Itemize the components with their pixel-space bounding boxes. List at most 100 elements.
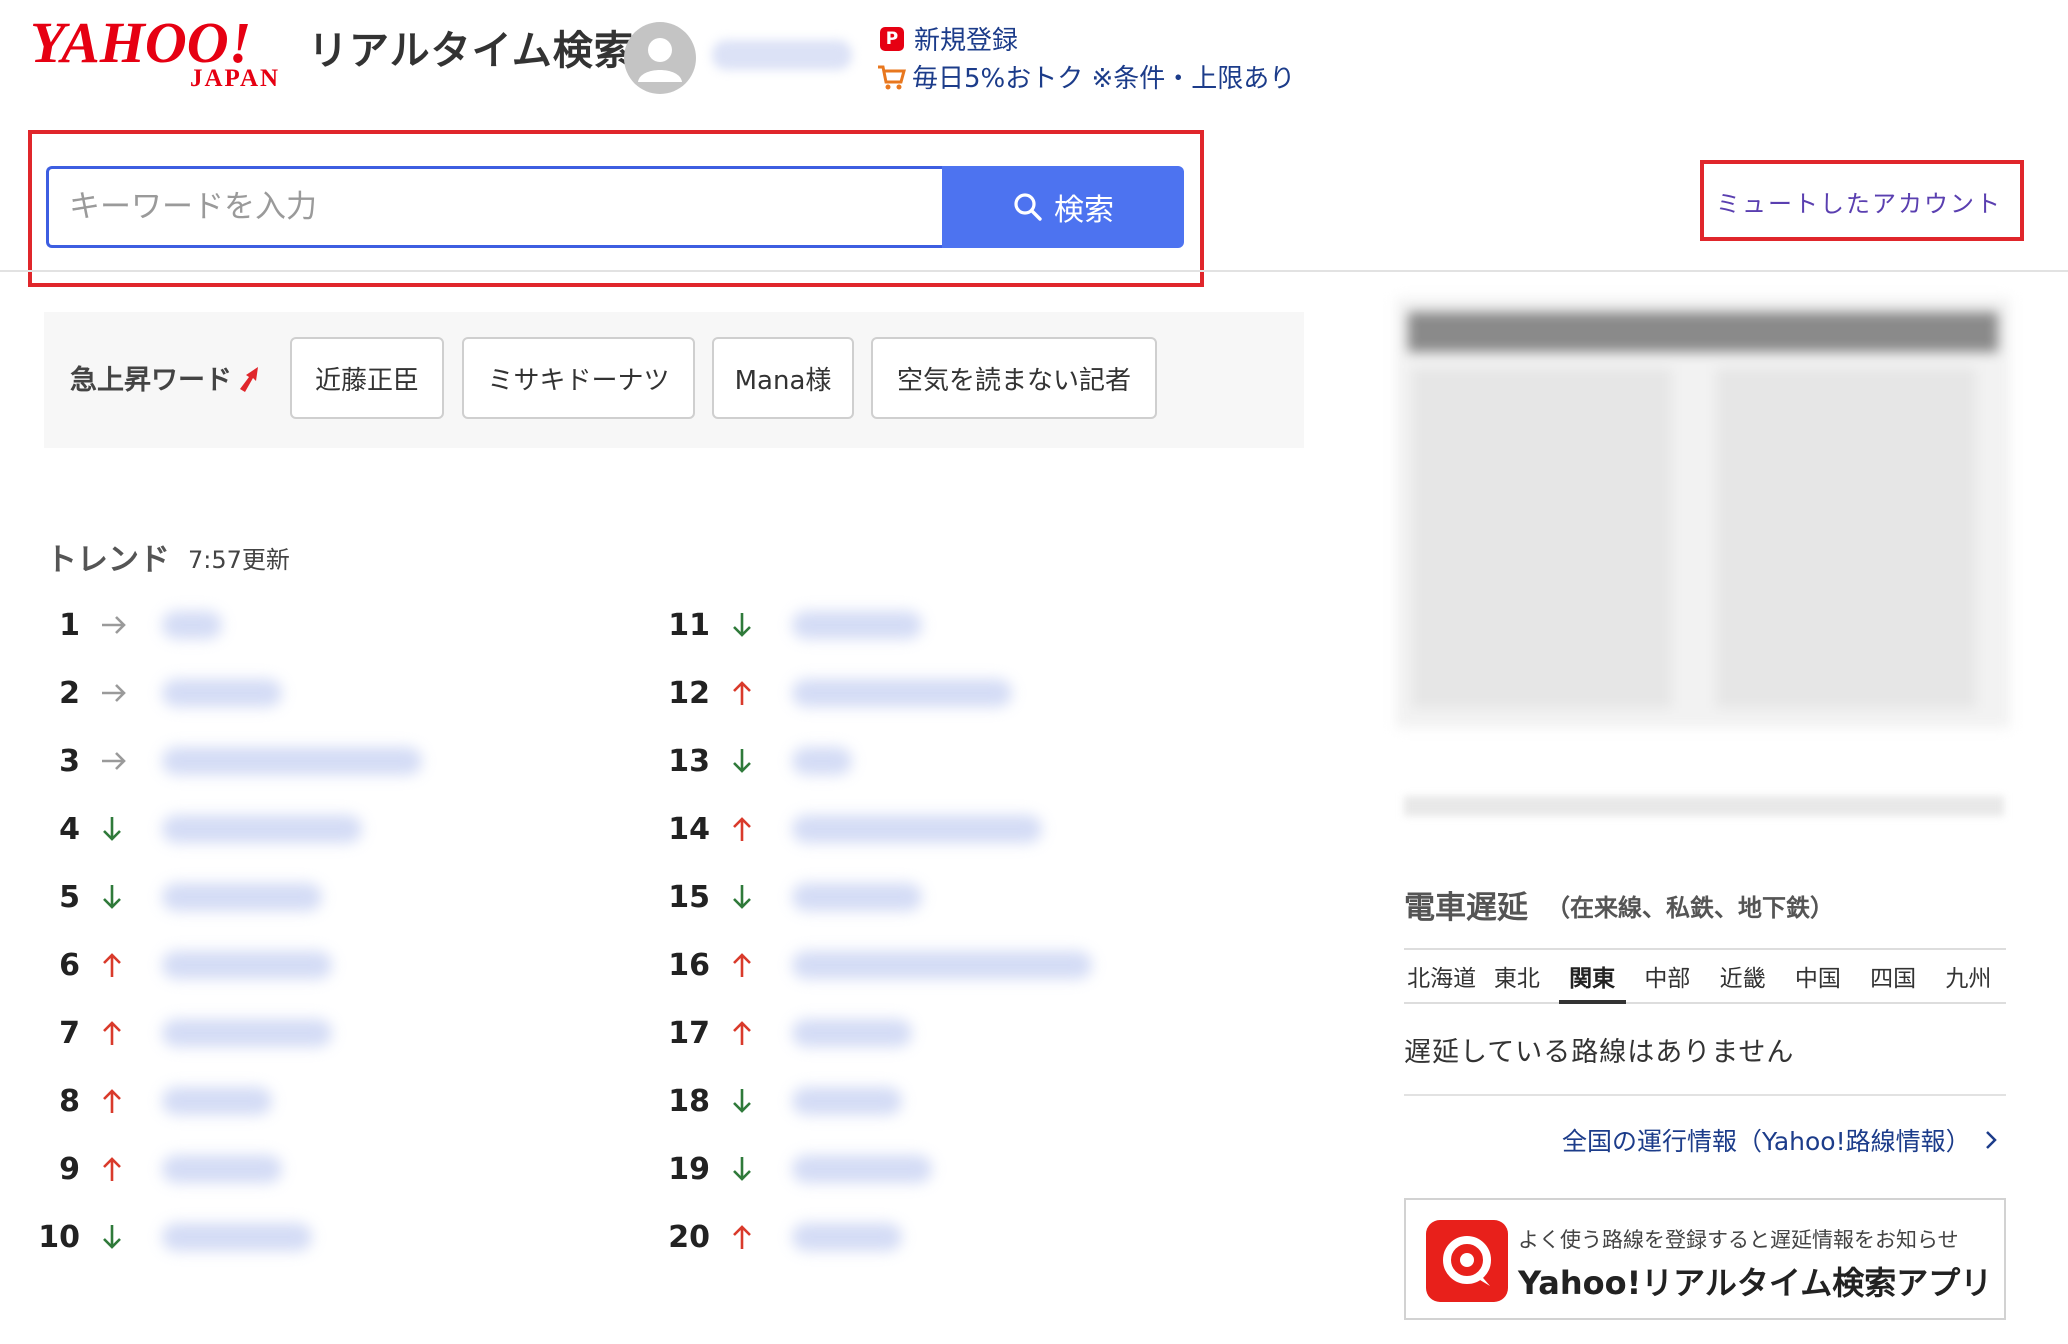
trend-row[interactable]: 7 bbox=[36, 1008, 332, 1058]
region-tab-hokkaido[interactable]: 北海道 bbox=[1404, 950, 1479, 1002]
train-status-text: 遅延している路線はありません bbox=[1404, 1037, 1795, 1068]
trend-rank: 15 bbox=[668, 879, 710, 915]
trend-keyword-blurred[interactable] bbox=[792, 951, 1092, 979]
trend-row[interactable]: 4 bbox=[36, 804, 362, 854]
trend-rank: 17 bbox=[668, 1015, 710, 1051]
rising-chip[interactable]: Mana様 bbox=[712, 337, 854, 419]
rising-chip[interactable]: ミサキドーナツ bbox=[462, 337, 695, 419]
trend-row[interactable]: 10 bbox=[36, 1212, 312, 1262]
trend-rank: 5 bbox=[59, 879, 80, 915]
trend-keyword-blurred[interactable] bbox=[792, 611, 922, 639]
trend-keyword-blurred[interactable] bbox=[792, 1155, 932, 1183]
region-tab-chugoku[interactable]: 中国 bbox=[1780, 950, 1855, 1002]
trend-keyword-blurred[interactable] bbox=[792, 815, 1042, 843]
search-icon bbox=[1014, 193, 1042, 221]
trend-keyword-blurred[interactable] bbox=[792, 1223, 902, 1251]
trend-keyword-blurred[interactable] bbox=[162, 1087, 272, 1115]
arrow-down-icon bbox=[100, 1223, 140, 1251]
register-link[interactable]: P 新規登録 bbox=[880, 20, 1018, 57]
header-divider bbox=[0, 270, 2068, 272]
trend-rank: 11 bbox=[668, 607, 710, 643]
trend-keyword-blurred[interactable] bbox=[162, 1223, 312, 1251]
trend-keyword-blurred[interactable] bbox=[792, 1087, 902, 1115]
trend-keyword-blurred[interactable] bbox=[792, 1019, 912, 1047]
trend-rank: 3 bbox=[59, 743, 80, 779]
arrow-up-icon bbox=[730, 1019, 770, 1047]
trend-row[interactable]: 2 bbox=[36, 668, 282, 718]
trend-keyword-blurred[interactable] bbox=[792, 679, 1012, 707]
trend-row[interactable]: 16 bbox=[666, 940, 1092, 990]
cart-icon bbox=[878, 65, 906, 89]
trend-row[interactable]: 17 bbox=[666, 1008, 912, 1058]
trend-row[interactable]: 1 bbox=[36, 600, 222, 650]
nationwide-train-info-link[interactable]: 全国の運行情報（Yahoo!路線情報） bbox=[1562, 1122, 1997, 1158]
chevron-right-icon bbox=[1985, 1131, 1997, 1149]
region-tab-tohoku[interactable]: 東北 bbox=[1479, 950, 1554, 1002]
trend-heading: トレンド bbox=[46, 542, 170, 578]
muted-accounts-link[interactable]: ミュートしたアカウント bbox=[1716, 184, 2002, 219]
search-input[interactable] bbox=[46, 166, 944, 248]
trend-keyword-blurred[interactable] bbox=[162, 1019, 332, 1047]
yahoo-japan-logo[interactable]: YAHOO! JAPAN bbox=[30, 16, 310, 92]
trend-rank: 4 bbox=[59, 811, 80, 847]
region-tab-kanto[interactable]: 関東 bbox=[1555, 950, 1630, 1004]
rising-chip[interactable]: 空気を読まない記者 bbox=[871, 337, 1157, 419]
trend-row[interactable]: 12 bbox=[666, 668, 1012, 718]
trend-row[interactable]: 8 bbox=[36, 1076, 272, 1126]
rising-chip[interactable]: 近藤正臣 bbox=[290, 337, 444, 419]
arrow-down-icon bbox=[100, 883, 140, 911]
train-delay-subtitle: （在来線、私鉄、地下鉄） bbox=[1546, 894, 1834, 922]
ad-banner-blurred[interactable] bbox=[1396, 298, 2010, 728]
region-tab-kyushu[interactable]: 九州 bbox=[1931, 950, 2006, 1002]
train-link-label: 全国の運行情報（Yahoo!路線情報） bbox=[1562, 1127, 1971, 1156]
app-icon bbox=[1426, 1220, 1508, 1302]
search-button[interactable]: 検索 bbox=[942, 166, 1184, 248]
region-tabs: 北海道 東北 関東 中部 近畿 中国 四国 九州 bbox=[1404, 948, 2006, 1004]
offer-link[interactable]: 毎日5%おトク ※条件・上限あり bbox=[876, 58, 1295, 95]
trend-keyword-blurred[interactable] bbox=[162, 747, 422, 775]
user-name-blurred[interactable] bbox=[712, 40, 852, 70]
trend-keyword-blurred[interactable] bbox=[162, 883, 322, 911]
trend-row[interactable]: 5 bbox=[36, 872, 322, 922]
trend-row[interactable]: 3 bbox=[36, 736, 422, 786]
arrow-up-icon bbox=[100, 1155, 140, 1183]
trend-keyword-blurred[interactable] bbox=[162, 1155, 282, 1183]
train-divider bbox=[1404, 1094, 2006, 1096]
trend-row[interactable]: 13 bbox=[666, 736, 852, 786]
trend-keyword-blurred[interactable] bbox=[162, 679, 282, 707]
trend-row[interactable]: 11 bbox=[666, 600, 922, 650]
trend-row[interactable]: 14 bbox=[666, 804, 1042, 854]
trend-rank: 8 bbox=[59, 1083, 80, 1119]
trend-row[interactable]: 15 bbox=[666, 872, 922, 922]
arrow-up-icon bbox=[730, 679, 770, 707]
rising-words-label: 急上昇ワード bbox=[70, 365, 232, 396]
arrow-up-icon bbox=[100, 1019, 140, 1047]
trend-row[interactable]: 6 bbox=[36, 940, 332, 990]
user-avatar[interactable] bbox=[624, 22, 696, 94]
trend-keyword-blurred[interactable] bbox=[792, 883, 922, 911]
arrow-down-icon bbox=[730, 1155, 770, 1183]
trend-rank: 10 bbox=[38, 1219, 80, 1255]
trend-keyword-blurred[interactable] bbox=[162, 815, 362, 843]
region-tab-chubu[interactable]: 中部 bbox=[1630, 950, 1705, 1002]
trend-rank: 9 bbox=[59, 1151, 80, 1187]
trend-row[interactable]: 20 bbox=[666, 1212, 902, 1262]
app-banner-name: Yahoo!リアルタイム検索アプリ bbox=[1518, 1264, 1993, 1302]
search-button-label: 検索 bbox=[1054, 193, 1114, 228]
trend-rank: 1 bbox=[59, 607, 80, 643]
trend-keyword-blurred[interactable] bbox=[162, 951, 332, 979]
arrow-up-icon bbox=[730, 1223, 770, 1251]
region-tab-shikoku[interactable]: 四国 bbox=[1856, 950, 1931, 1002]
app-promo-banner[interactable]: よく使う路線を登録すると遅延情報をお知らせ Yahoo!リアルタイム検索アプリ bbox=[1404, 1198, 2006, 1320]
trend-row[interactable]: 19 bbox=[666, 1144, 932, 1194]
service-title: リアルタイム検索 bbox=[308, 28, 635, 74]
trend-row[interactable]: 9 bbox=[36, 1144, 282, 1194]
trend-rank: 7 bbox=[59, 1015, 80, 1051]
train-delay-title: 電車遅延 bbox=[1404, 890, 1528, 926]
trend-keyword-blurred[interactable] bbox=[162, 611, 222, 639]
trend-keyword-blurred[interactable] bbox=[792, 747, 852, 775]
trend-row[interactable]: 18 bbox=[666, 1076, 902, 1126]
register-label: 新規登録 bbox=[914, 26, 1019, 56]
arrow-up-icon bbox=[100, 1087, 140, 1115]
region-tab-kinki[interactable]: 近畿 bbox=[1705, 950, 1780, 1002]
